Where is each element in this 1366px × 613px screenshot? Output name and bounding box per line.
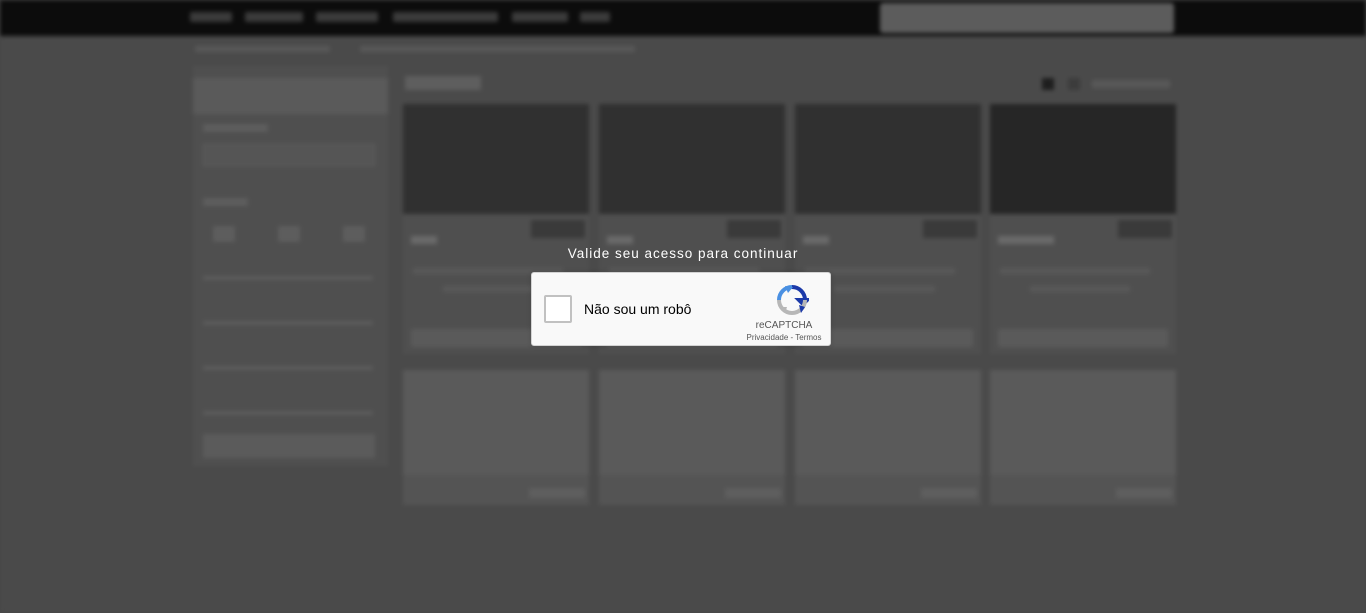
sidebar-icon-placeholder: [213, 226, 235, 242]
price-badge-placeholder: [1118, 220, 1172, 238]
sidebar-line: [203, 198, 248, 206]
grid-view-icon: [1042, 78, 1054, 90]
listing-image-placeholder: [990, 104, 1176, 214]
recaptcha-widget: Não sou um robô reCAPTCHA Privacidade - …: [531, 272, 831, 346]
nav-item-placeholder: [512, 12, 568, 22]
card-line: [1030, 286, 1130, 292]
card-button-placeholder: [998, 329, 1168, 347]
listing-image-placeholder: [599, 370, 785, 475]
price-badge-placeholder: [531, 220, 585, 238]
card-line: [443, 286, 543, 292]
breadcrumb-placeholder: [360, 46, 635, 52]
card-tag-placeholder: [529, 488, 585, 498]
listing-image-placeholder: [599, 104, 785, 214]
card-line: [607, 236, 633, 244]
card-tag-placeholder: [725, 488, 781, 498]
sidebar-button-placeholder: [203, 434, 375, 458]
validation-prompt: Valide seu acesso para continuar: [567, 246, 799, 261]
recaptcha-brand: reCAPTCHA: [755, 320, 813, 331]
recaptcha-logo-icon: [775, 283, 812, 317]
listing-card-placeholder: [599, 370, 785, 505]
recaptcha-links: Privacidade - Termos: [734, 333, 834, 342]
listing-card-placeholder: [990, 104, 1176, 354]
nav-item-placeholder: [316, 12, 378, 22]
sidebar-line: [203, 276, 373, 280]
card-line: [411, 236, 437, 244]
filters-sidebar: [193, 66, 388, 466]
sidebar-line: [203, 366, 373, 370]
links-separator: -: [790, 333, 794, 342]
recaptcha-checkbox-label: Não sou um robô: [584, 301, 692, 317]
nav-item-placeholder: [190, 12, 232, 22]
sidebar-icon-placeholder: [278, 226, 300, 242]
listing-card-placeholder: [403, 370, 589, 505]
sidebar-line: [203, 124, 268, 132]
sidebar-header: [193, 78, 388, 114]
nav-item-placeholder: [245, 12, 303, 22]
page-title-placeholder: [405, 76, 481, 90]
breadcrumb-placeholder: [195, 46, 330, 52]
sidebar-icon-placeholder: [343, 226, 365, 242]
top-navigation-bar: [0, 0, 1366, 36]
price-badge-placeholder: [727, 220, 781, 238]
card-tag-placeholder: [1116, 488, 1172, 498]
terms-link[interactable]: Termos: [795, 333, 821, 342]
sidebar-line: [203, 411, 373, 415]
nav-item-placeholder: [393, 12, 498, 22]
card-line: [803, 236, 829, 244]
sort-select-placeholder: [1092, 80, 1170, 88]
nav-item-placeholder: [580, 12, 610, 22]
listing-card-placeholder: [795, 370, 981, 505]
listing-image-placeholder: [795, 104, 981, 214]
listing-card-placeholder: [990, 370, 1176, 505]
privacy-link[interactable]: Privacidade: [746, 333, 788, 342]
search-bar-placeholder: [880, 3, 1174, 33]
recaptcha-checkbox[interactable]: [544, 295, 572, 323]
card-line: [998, 236, 1054, 244]
sidebar-select-placeholder: [203, 144, 375, 166]
listing-image-placeholder: [990, 370, 1176, 475]
sidebar-line: [203, 321, 373, 325]
listing-image-placeholder: [403, 370, 589, 475]
listing-image-placeholder: [403, 104, 589, 214]
card-line: [1000, 268, 1150, 274]
listing-image-placeholder: [795, 370, 981, 475]
card-line: [835, 286, 935, 292]
list-view-icon: [1068, 78, 1080, 90]
card-tag-placeholder: [921, 488, 977, 498]
recaptcha-logo-svg: [777, 285, 812, 315]
price-badge-placeholder: [923, 220, 977, 238]
